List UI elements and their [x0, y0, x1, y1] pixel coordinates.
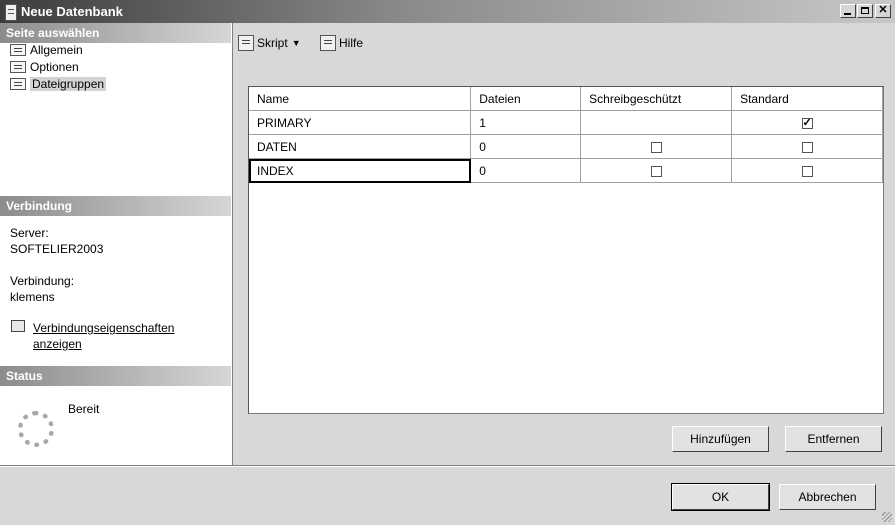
filegroup-readonly-cell[interactable]	[580, 134, 733, 159]
filegroup-readonly-cell	[580, 110, 733, 135]
cancel-button[interactable]: Abbrechen	[779, 484, 876, 510]
ok-button[interactable]: OK	[671, 483, 770, 511]
filegroup-files-cell[interactable]: 0	[470, 134, 582, 159]
column-header-default[interactable]: Standard	[731, 87, 883, 111]
help-button[interactable]: Hilfe	[320, 33, 363, 53]
table-row[interactable]: DATEN 0	[249, 134, 883, 159]
table-row[interactable]: INDEX 0	[249, 158, 883, 183]
table-header-row: Name Dateien Schreibgeschützt Standard	[249, 87, 883, 111]
divider	[0, 465, 895, 466]
nav-item-label: Dateigruppen	[30, 77, 107, 91]
table-row[interactable]: PRIMARY 1	[249, 110, 883, 135]
chevron-down-icon: ▼	[291, 38, 301, 48]
title-bar[interactable]: Neue Datenbank ✕	[0, 0, 895, 23]
help-label: Hilfe	[339, 36, 364, 50]
filegroup-default-cell[interactable]	[731, 158, 883, 183]
filegroups-grid[interactable]: Name Dateien Schreibgeschützt Standard P…	[248, 86, 884, 414]
page-icon	[10, 61, 26, 73]
script-button[interactable]: Skript ▼	[238, 33, 301, 53]
server-value: SOFTELIER2003	[10, 242, 104, 256]
status-header: Status	[0, 366, 231, 386]
script-label: Skript	[257, 36, 288, 50]
page-icon	[10, 44, 26, 56]
left-panel: Seite auswählen Allgemein Optionen Datei…	[0, 23, 233, 465]
filegroup-default-cell[interactable]	[731, 110, 883, 135]
default-checkbox[interactable]	[801, 141, 813, 153]
connection-label: Verbindung:	[10, 274, 75, 288]
page-icon	[10, 78, 26, 90]
column-header-name[interactable]: Name	[249, 87, 472, 111]
script-icon	[238, 35, 254, 51]
help-icon	[320, 35, 336, 51]
filegroup-name-cell[interactable]: PRIMARY	[249, 110, 472, 135]
column-header-files[interactable]: Dateien	[470, 87, 582, 111]
connection-value: klemens	[10, 290, 55, 304]
close-icon: ✕	[878, 4, 888, 16]
connection-properties-link[interactable]: Verbindungseigenschaften anzeigen	[33, 320, 223, 352]
nav-item-allgemein[interactable]: Allgemein	[10, 42, 83, 58]
connection-properties-icon	[11, 320, 25, 332]
filegroup-files-cell[interactable]: 0	[470, 158, 582, 183]
maximize-icon	[861, 7, 869, 14]
filegroup-files-cell[interactable]: 1	[470, 110, 582, 135]
maximize-button[interactable]	[857, 4, 873, 18]
default-checkbox[interactable]	[801, 116, 813, 129]
close-button[interactable]: ✕	[875, 4, 891, 18]
status-text: Bereit	[68, 402, 100, 416]
minimize-icon	[844, 13, 851, 15]
nav-item-label: Optionen	[30, 60, 79, 74]
database-icon	[5, 4, 17, 21]
nav-item-label: Allgemein	[30, 43, 83, 57]
window-title: Neue Datenbank	[21, 4, 123, 19]
remove-button[interactable]: Entfernen	[785, 426, 882, 452]
filegroup-default-cell[interactable]	[731, 134, 883, 159]
resize-grip[interactable]	[882, 512, 892, 522]
select-page-header: Seite auswählen	[0, 23, 231, 43]
filegroups-table: Name Dateien Schreibgeschützt Standard P…	[249, 87, 883, 183]
server-label: Server:	[10, 226, 49, 240]
default-checkbox[interactable]	[801, 165, 813, 177]
new-database-dialog: Neue Datenbank ✕ Seite auswählen Allgeme…	[0, 0, 895, 525]
progress-spinner-icon	[18, 411, 54, 447]
nav-item-optionen[interactable]: Optionen	[10, 59, 79, 75]
readonly-checkbox[interactable]	[650, 141, 662, 153]
minimize-button[interactable]	[840, 4, 856, 18]
column-header-readonly[interactable]: Schreibgeschützt	[580, 87, 733, 111]
filegroup-readonly-cell[interactable]	[580, 158, 733, 183]
add-button[interactable]: Hinzufügen	[672, 426, 769, 452]
nav-item-dateigruppen[interactable]: Dateigruppen	[10, 76, 107, 92]
connection-header: Verbindung	[0, 196, 231, 216]
filegroup-name-cell[interactable]: DATEN	[249, 134, 472, 159]
filegroup-name-cell[interactable]: INDEX	[249, 158, 472, 183]
readonly-checkbox[interactable]	[650, 165, 662, 177]
